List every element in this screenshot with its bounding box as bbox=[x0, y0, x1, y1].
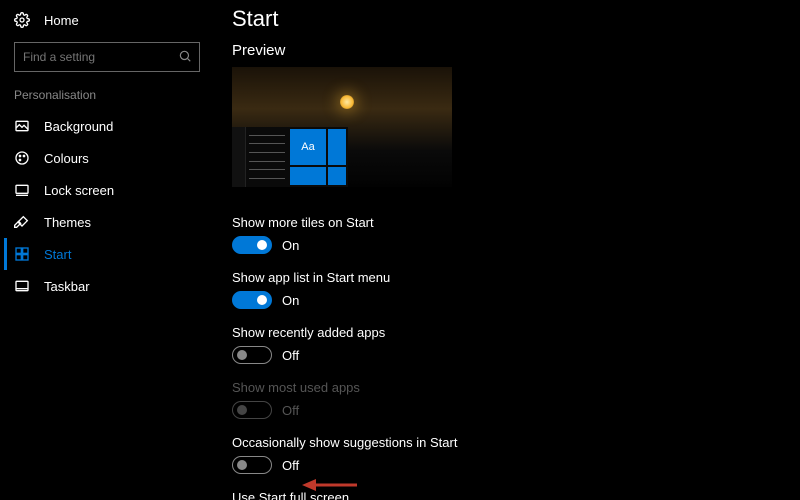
sidebar-item-start[interactable]: Start bbox=[4, 238, 210, 270]
toggle-state: Off bbox=[282, 403, 299, 418]
sidebar-item-label: Background bbox=[44, 119, 113, 134]
setting-label: Show recently added apps bbox=[232, 325, 800, 340]
search-input[interactable] bbox=[23, 50, 178, 64]
main-content: Start Preview Aa Show more tiles on Star… bbox=[210, 0, 800, 500]
search-input-container[interactable] bbox=[14, 42, 200, 72]
gear-icon bbox=[14, 12, 30, 28]
toggle-suggestions[interactable] bbox=[232, 456, 272, 474]
toggle-state: Off bbox=[282, 348, 299, 363]
start-preview: Aa bbox=[232, 67, 452, 187]
image-icon bbox=[14, 118, 30, 134]
sidebar-item-label: Lock screen bbox=[44, 183, 114, 198]
sidebar-item-background[interactable]: Background bbox=[4, 110, 210, 142]
toggle-state: On bbox=[282, 293, 299, 308]
preview-tile-sample: Aa bbox=[290, 129, 326, 165]
search-icon bbox=[178, 49, 192, 66]
sidebar-item-colours[interactable]: Colours bbox=[4, 142, 210, 174]
setting-label: Show app list in Start menu bbox=[232, 270, 800, 285]
preview-label: Preview bbox=[232, 42, 800, 59]
toggle-state: On bbox=[282, 238, 299, 253]
toggle-state: Off bbox=[282, 458, 299, 473]
sidebar-home[interactable]: Home bbox=[4, 8, 210, 38]
sidebar-item-lockscreen[interactable]: Lock screen bbox=[4, 174, 210, 206]
start-icon bbox=[14, 246, 30, 262]
preview-sun bbox=[340, 95, 354, 109]
setting-label: Use Start full screen bbox=[232, 490, 800, 500]
taskbar-icon bbox=[14, 278, 30, 294]
setting-fullscreen: Use Start full screen On bbox=[232, 490, 800, 500]
setting-show-app-list: Show app list in Start menu On bbox=[232, 270, 800, 309]
sidebar-item-themes[interactable]: Themes bbox=[4, 206, 210, 238]
sidebar-item-taskbar[interactable]: Taskbar bbox=[4, 270, 210, 302]
toggle-show-more-tiles[interactable] bbox=[232, 236, 272, 254]
sidebar-home-label: Home bbox=[44, 13, 79, 28]
toggle-most-used bbox=[232, 401, 272, 419]
settings-sidebar: Home Personalisation Background Colours … bbox=[0, 0, 210, 500]
sidebar-item-label: Taskbar bbox=[44, 279, 90, 294]
setting-show-more-tiles: Show more tiles on Start On bbox=[232, 215, 800, 254]
setting-suggestions: Occasionally show suggestions in Start O… bbox=[232, 435, 800, 474]
palette-icon bbox=[14, 150, 30, 166]
sidebar-item-label: Colours bbox=[44, 151, 89, 166]
setting-label: Occasionally show suggestions in Start bbox=[232, 435, 800, 450]
setting-recently-added: Show recently added apps Off bbox=[232, 325, 800, 364]
themes-icon bbox=[14, 214, 30, 230]
preview-start-menu: Aa bbox=[232, 127, 348, 187]
toggle-show-app-list[interactable] bbox=[232, 291, 272, 309]
toggle-recently-added[interactable] bbox=[232, 346, 272, 364]
sidebar-item-label: Themes bbox=[44, 215, 91, 230]
sidebar-group-label: Personalisation bbox=[4, 88, 210, 110]
lockscreen-icon bbox=[14, 182, 30, 198]
setting-label: Show most used apps bbox=[232, 380, 800, 395]
setting-most-used: Show most used apps Off bbox=[232, 380, 800, 419]
setting-label: Show more tiles on Start bbox=[232, 215, 800, 230]
page-title: Start bbox=[232, 6, 800, 32]
sidebar-item-label: Start bbox=[44, 247, 71, 262]
